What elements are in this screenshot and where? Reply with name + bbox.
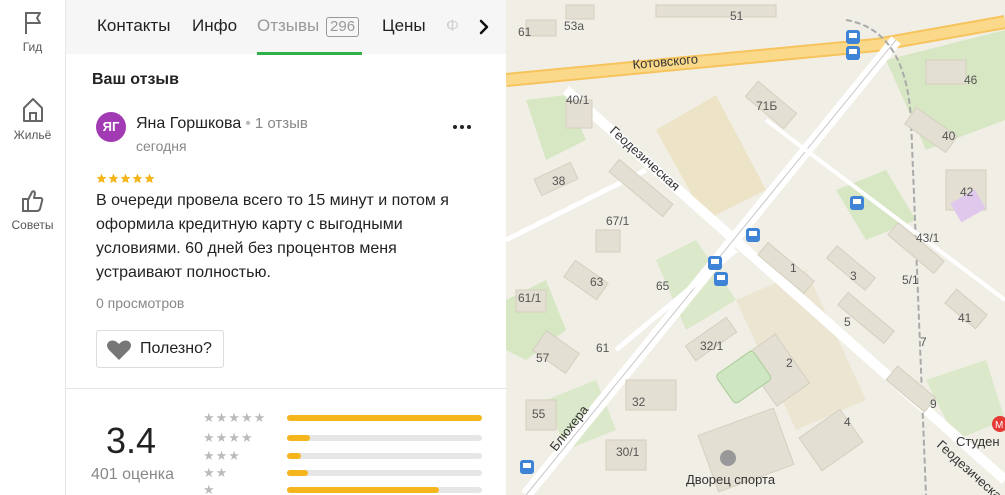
star-icon bbox=[120, 173, 131, 184]
rating-bar-fill bbox=[287, 415, 482, 421]
svg-text:40: 40 bbox=[942, 129, 956, 143]
separator-dot: • bbox=[245, 115, 251, 132]
svg-text:53а: 53а bbox=[564, 19, 584, 33]
svg-text:2: 2 bbox=[786, 356, 793, 370]
svg-text:М: М bbox=[995, 420, 1003, 431]
svg-text:55: 55 bbox=[532, 407, 546, 421]
svg-text:5/1: 5/1 bbox=[902, 273, 919, 287]
rail-label-guide: Гид bbox=[22, 40, 43, 54]
svg-text:1: 1 bbox=[790, 261, 797, 275]
tab-reviews-count: 296 bbox=[326, 17, 360, 37]
rating-row-stars: ★★★ bbox=[203, 448, 241, 463]
active-tab-indicator bbox=[257, 52, 362, 55]
rating-bar-track bbox=[287, 470, 482, 476]
section-title: Ваш отзыв bbox=[92, 71, 179, 88]
rail-item-tips[interactable]: Советы bbox=[0, 188, 65, 232]
tab-bar: Контакты Инфо Отзывы 296 Цены Ф bbox=[66, 0, 506, 55]
svg-text:71Б: 71Б bbox=[756, 99, 777, 113]
svg-text:61: 61 bbox=[596, 341, 610, 355]
bus-stop-icon[interactable] bbox=[520, 460, 534, 474]
rating-bar-track bbox=[287, 487, 482, 493]
rating-bar-track bbox=[287, 435, 482, 441]
star-icon bbox=[96, 173, 107, 184]
review-author: Яна Горшкова • 1 отзыв bbox=[136, 115, 308, 133]
rating-value: 3.4 bbox=[106, 420, 157, 461]
sports-icon bbox=[720, 450, 736, 466]
svg-text:41: 41 bbox=[958, 311, 972, 325]
divider bbox=[66, 388, 506, 389]
svg-text:61: 61 bbox=[518, 25, 532, 39]
review-stars bbox=[96, 171, 156, 189]
rating-row-stars: ★ bbox=[203, 482, 216, 495]
svg-text:30/1: 30/1 bbox=[616, 445, 640, 459]
useful-label: Полезно? bbox=[140, 340, 212, 357]
rail-label-tips: Советы bbox=[11, 218, 54, 232]
rating-bar-fill bbox=[287, 435, 311, 441]
left-rail: Гид Жильё Советы bbox=[0, 0, 66, 495]
star-icon bbox=[144, 173, 155, 184]
tab-reviews-label: Отзывы bbox=[257, 16, 320, 35]
house-icon bbox=[22, 98, 43, 122]
svg-text:43/1: 43/1 bbox=[916, 231, 940, 245]
map[interactable]: Котовского Геодезическая Блюхера Геодези… bbox=[506, 0, 1005, 495]
heart-icon bbox=[107, 340, 131, 360]
svg-text:32: 32 bbox=[632, 395, 646, 409]
svg-text:61/1: 61/1 bbox=[518, 291, 542, 305]
thumbs-up-icon bbox=[21, 190, 43, 212]
rating-bar-fill bbox=[287, 470, 309, 476]
review-text: В очереди провела всего то 15 минут и по… bbox=[96, 192, 449, 281]
poi-label: Дворец спорта bbox=[686, 472, 776, 487]
chevron-right-icon[interactable] bbox=[471, 14, 497, 40]
tab-info[interactable]: Инфо bbox=[192, 16, 237, 36]
svg-text:7: 7 bbox=[920, 335, 927, 349]
map-canvas[interactable]: Котовского Геодезическая Блюхера Геодези… bbox=[506, 0, 1005, 495]
rail-label-housing: Жильё bbox=[13, 128, 52, 142]
tab-reviews[interactable]: Отзывы 296 bbox=[257, 16, 360, 37]
rating-bar-fill bbox=[287, 487, 440, 493]
svg-text:51: 51 bbox=[730, 9, 744, 23]
tab-contacts[interactable]: Контакты bbox=[97, 16, 170, 36]
svg-text:42: 42 bbox=[960, 185, 974, 199]
svg-text:32/1: 32/1 bbox=[700, 339, 724, 353]
flag-icon bbox=[24, 12, 41, 34]
review-panel: Контакты Инфо Отзывы 296 Цены Ф Ваш отзы… bbox=[66, 0, 506, 495]
bus-stop-icon[interactable] bbox=[746, 228, 760, 242]
rating-bar-track bbox=[287, 453, 482, 459]
svg-text:4: 4 bbox=[844, 415, 851, 429]
author-name[interactable]: Яна Горшкова bbox=[136, 115, 241, 132]
rail-item-guide[interactable]: Гид bbox=[0, 10, 65, 54]
svg-text:5: 5 bbox=[844, 315, 851, 329]
review-views: 0 просмотров bbox=[96, 295, 185, 311]
svg-text:3: 3 bbox=[850, 269, 857, 283]
star-icon bbox=[132, 173, 143, 184]
bus-stop-icon[interactable] bbox=[850, 196, 864, 210]
rating-row-stars: ★★ bbox=[203, 465, 229, 480]
svg-text:63: 63 bbox=[590, 275, 604, 289]
useful-button[interactable]: Полезно? bbox=[96, 330, 224, 368]
avatar[interactable]: ЯГ bbox=[96, 112, 126, 142]
svg-text:9: 9 bbox=[930, 397, 937, 411]
svg-text:57: 57 bbox=[536, 351, 550, 365]
rating-bar-track bbox=[287, 415, 482, 421]
svg-text:46: 46 bbox=[964, 73, 978, 87]
rating-row-stars: ★★★★★ bbox=[203, 410, 267, 425]
rating-count: 401 оценка bbox=[91, 466, 175, 483]
rail-item-housing[interactable]: Жильё bbox=[0, 96, 65, 142]
review-date: сегодня bbox=[136, 138, 187, 154]
svg-text:65: 65 bbox=[656, 279, 670, 293]
rating-bar-fill bbox=[287, 453, 301, 459]
poi-label: Студен bbox=[956, 434, 1000, 449]
svg-text:67/1: 67/1 bbox=[606, 214, 630, 228]
author-review-count: 1 отзыв bbox=[254, 115, 308, 132]
svg-text:40/1: 40/1 bbox=[566, 93, 590, 107]
rating-row-stars: ★★★★ bbox=[203, 430, 254, 445]
tab-prices[interactable]: Цены bbox=[382, 16, 426, 36]
more-options-icon[interactable] bbox=[451, 116, 473, 138]
star-icon bbox=[108, 173, 119, 184]
svg-text:38: 38 bbox=[552, 174, 566, 188]
